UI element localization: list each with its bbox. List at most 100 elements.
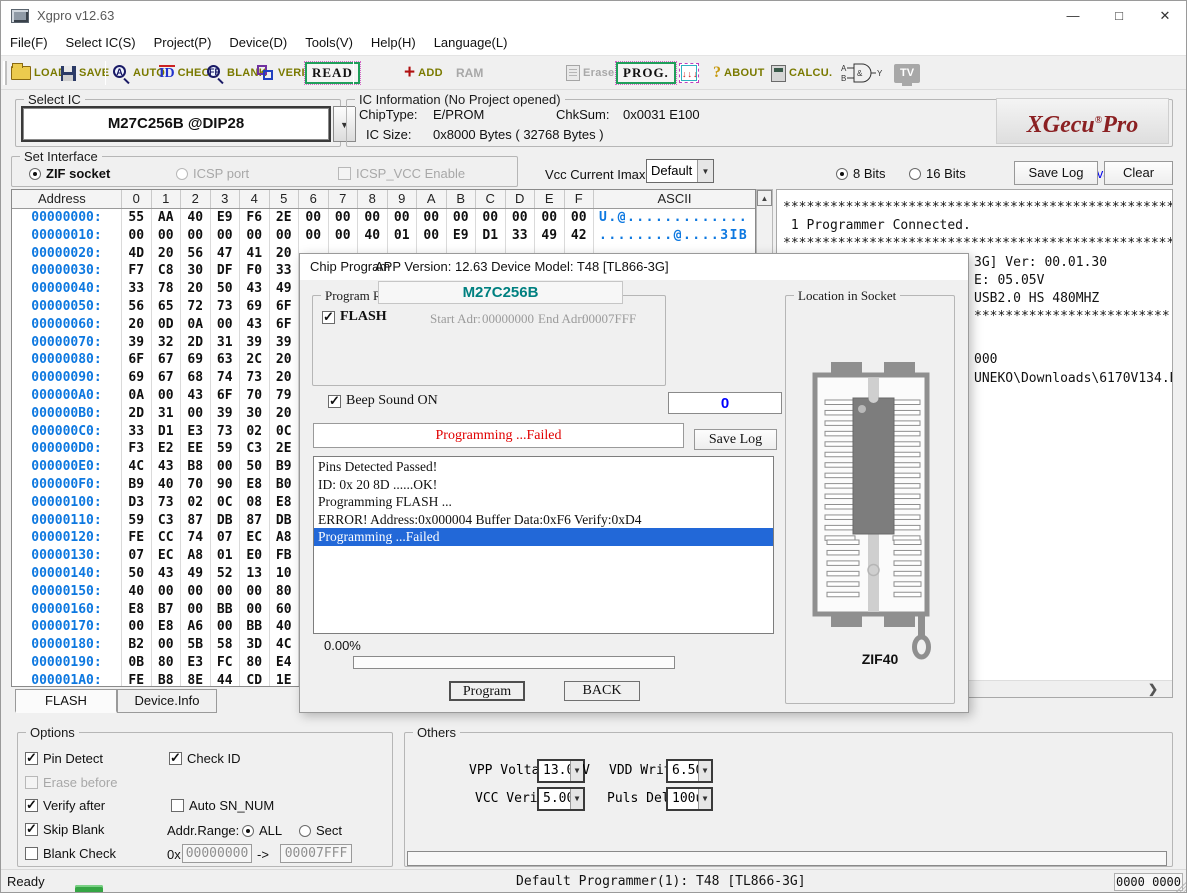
svg-text:A: A	[841, 64, 847, 73]
vdd-write-select[interactable]: 6.50V ▼	[666, 759, 713, 783]
and-gate-icon: A B & Y	[841, 62, 883, 84]
flash-checkbox[interactable]: FLASH	[322, 309, 387, 325]
icsp-port-radio[interactable]: ICSP port	[176, 166, 249, 181]
radio-icon	[29, 168, 41, 180]
blank-check-checkbox[interactable]: Blank Check	[25, 846, 116, 861]
menu-item[interactable]: Help(H)	[362, 31, 425, 50]
vcc-imax-select[interactable]: Default ▼	[646, 159, 714, 183]
vcc-verify-select[interactable]: 5.00V ▼	[537, 787, 585, 811]
clear-button[interactable]: Clear	[1104, 161, 1173, 185]
bits8-radio[interactable]: 8 Bits	[836, 166, 886, 181]
addr-range-all-radio[interactable]: ALL	[242, 823, 282, 838]
svg-text:&: &	[857, 69, 863, 78]
prog-button[interactable]: PROG.	[616, 60, 676, 86]
dialog-log-line[interactable]: Programming FLASH ...	[314, 493, 773, 511]
checkbox-icon	[25, 752, 38, 765]
menu-bar: File(F)Select IC(S)Project(P)Device(D)To…	[1, 31, 1187, 56]
chevron-down-icon: ▼	[570, 789, 583, 809]
chip-test-button[interactable]: ↓↓↓	[679, 60, 699, 86]
icsp-vcc-checkbox[interactable]: ICSP_VCC Enable	[338, 166, 465, 181]
menu-item[interactable]: Select IC(S)	[57, 31, 145, 50]
checkbox-icon	[25, 847, 38, 860]
open-folder-icon	[11, 66, 31, 80]
dialog-save-log-button[interactable]: Save Log	[694, 429, 777, 450]
maximize-button[interactable]: □	[1096, 1, 1142, 31]
zif-socket-radio[interactable]: ZIF socket	[29, 166, 110, 181]
auto-sn-checkbox[interactable]: Auto SN_NUM	[171, 798, 274, 813]
about-button[interactable]: ? ABOUT	[713, 60, 765, 86]
puls-delay-select[interactable]: 100us ▼	[666, 787, 713, 811]
menu-item[interactable]: File(F)	[1, 31, 57, 50]
menu-item[interactable]: Tools(V)	[296, 31, 362, 50]
menu-item[interactable]: Device(D)	[220, 31, 296, 50]
hex-row: 00000010:0000000000000000400100E9D133494…	[12, 227, 755, 245]
pin-detect-checkbox[interactable]: Pin Detect	[25, 751, 103, 766]
menu-item[interactable]: Language(L)	[425, 31, 517, 50]
vcc-imax-label: Vcc Current Imax:	[545, 167, 649, 182]
toolbar-separator	[353, 61, 354, 85]
end-adr-value: 00007FFF	[582, 311, 636, 327]
dialog-subtitle: APP Version: 12.63 Device Model: T48 [TL…	[375, 259, 669, 274]
tv-button[interactable]: TV	[894, 60, 920, 86]
scroll-right-icon[interactable]: ❯	[1148, 682, 1158, 696]
progress-bar	[353, 656, 675, 669]
save-button[interactable]: SAVE	[61, 60, 109, 86]
scroll-up-icon[interactable]: ▲	[757, 190, 772, 206]
verify-squares-icon	[257, 65, 275, 81]
addr-from-field[interactable]: 00000000	[182, 844, 252, 863]
load-button[interactable]: LOAD	[11, 60, 66, 86]
back-button[interactable]: BACK	[564, 681, 640, 701]
radio-icon	[299, 825, 311, 837]
zif-socket-diagram	[805, 354, 945, 664]
addr-range-sect-radio[interactable]: Sect	[299, 823, 342, 838]
addr-to-field[interactable]: 00007FFF	[280, 844, 352, 863]
tab-device-info[interactable]: Device.Info	[117, 689, 217, 713]
status-programmer: Default Programmer(1): T48 [TL866-3G]	[516, 874, 806, 889]
id-icon: ID	[159, 65, 175, 81]
bits16-radio[interactable]: 16 Bits	[909, 166, 966, 181]
erase-button[interactable]: Erase	[566, 60, 614, 86]
plus-icon: +	[404, 64, 415, 82]
verify-after-checkbox[interactable]: Verify after	[25, 798, 105, 813]
program-button[interactable]: Program	[449, 681, 525, 701]
dialog-title-bar[interactable]: Chip Program APP Version: 12.63 Device M…	[300, 254, 968, 280]
read-button[interactable]: READ	[305, 60, 360, 86]
app-icon	[11, 9, 29, 23]
ram-button[interactable]: RAM	[456, 60, 483, 86]
socket-lever	[918, 612, 925, 636]
xgecu-logo: XGecu®Pro	[996, 98, 1169, 144]
vpp-voltage-select[interactable]: 13.00V ▼	[537, 759, 585, 783]
dialog-log-line[interactable]: ERROR! Address:0x000004 Buffer Data:0xF6…	[314, 511, 773, 529]
add-button[interactable]: + ADD	[404, 60, 443, 86]
dialog-log-line[interactable]: ID: 0x 20 8D ......OK!	[314, 476, 773, 494]
tab-flash[interactable]: FLASH	[15, 689, 117, 713]
auto-button[interactable]: A AUTO	[113, 60, 165, 86]
skip-blank-checkbox[interactable]: Skip Blank	[25, 822, 104, 837]
save-log-button[interactable]: Save Log	[1014, 161, 1098, 185]
chksum-value: 0x0031 E100	[623, 107, 700, 122]
ic-select-value[interactable]: M27C256B @DIP28	[21, 106, 331, 142]
menu-item[interactable]: Project(P)	[145, 31, 221, 50]
question-icon: ?	[713, 64, 721, 82]
beep-sound-checkbox[interactable]: Beep Sound ON	[328, 393, 438, 409]
check-id-checkbox[interactable]: Check ID	[169, 751, 240, 766]
chip-name-banner: M27C256B	[378, 281, 623, 304]
checkbox-icon	[25, 823, 38, 836]
erase-page-icon	[566, 65, 580, 81]
erase-before-checkbox[interactable]: Erase before	[25, 775, 117, 790]
device-counter: 0	[668, 392, 782, 414]
checkbox-icon	[328, 395, 341, 408]
resize-grip[interactable]	[1175, 881, 1187, 893]
dialog-log-line[interactable]: Pins Detected Passed!	[314, 458, 773, 476]
dialog-log-line[interactable]: Programming ...Failed	[314, 528, 773, 546]
app-window: Xgpro v12.63 — □ ✕ File(F)Select IC(S)Pr…	[0, 0, 1187, 893]
minimize-button[interactable]: —	[1050, 1, 1096, 31]
close-button[interactable]: ✕	[1142, 1, 1187, 31]
status-bar: Ready Default Programmer(1): T48 [TL866-…	[1, 869, 1187, 893]
logic-test-button[interactable]: A B & Y	[841, 60, 883, 86]
dialog-log-list[interactable]: Pins Detected Passed!ID: 0x 20 8D ......…	[313, 456, 774, 634]
chip-type-value: E/PROM	[433, 107, 484, 122]
chip-icon: ↓↓↓	[679, 63, 699, 83]
calculator-button[interactable]: CALCU.	[771, 60, 832, 86]
tv-icon: TV	[894, 64, 920, 83]
